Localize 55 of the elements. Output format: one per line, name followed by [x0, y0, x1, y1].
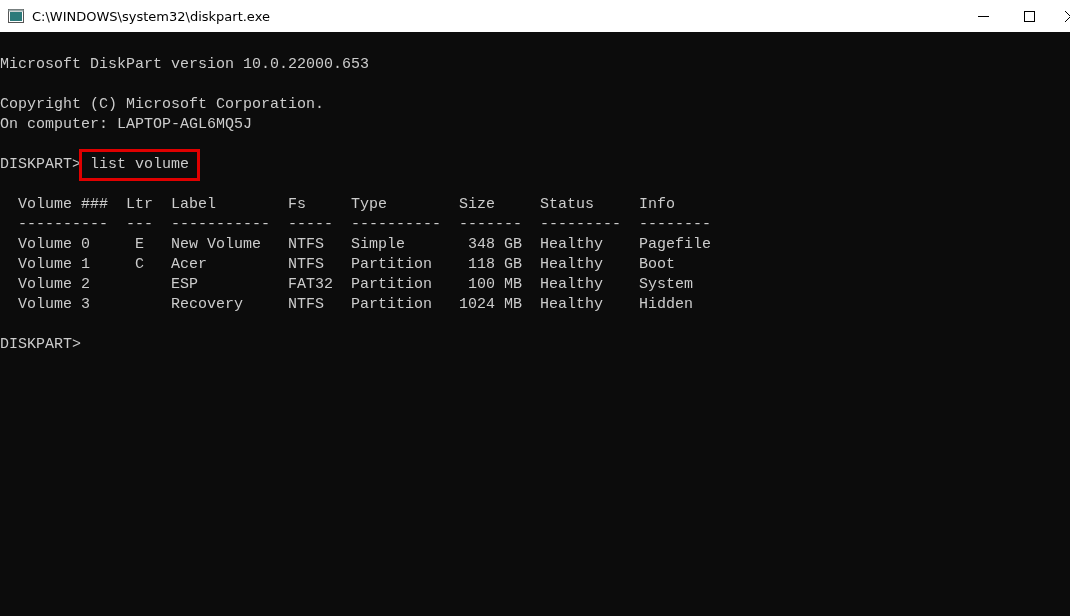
table-cell-text: NTFS — [288, 255, 326, 275]
column-header: Volume ### — [18, 195, 108, 215]
table-cell-text: ESP — [171, 275, 199, 295]
column-header: Fs — [288, 195, 308, 215]
table-cell-text: Volume 0 — [18, 235, 91, 255]
table-cell-text: Hidden — [639, 295, 695, 315]
table-cell-text: Volume 1 — [18, 255, 91, 275]
table-cell-text: NTFS — [288, 235, 326, 255]
table-cell-text: Volume 3 — [18, 295, 91, 315]
table-cell-text: C — [134, 255, 145, 275]
prompt: DISKPART> — [0, 335, 82, 355]
table-cell: Pagefile — [639, 235, 711, 255]
table-cell-text: Simple — [351, 235, 407, 255]
table-cell-text: Volume 2 — [18, 275, 91, 295]
table-cell-text: NTFS — [288, 295, 326, 315]
column-header: Ltr — [126, 195, 153, 215]
table-cell: 1024 MB — [459, 295, 522, 315]
table-cell-text: Healthy — [540, 295, 605, 315]
table-cell-text: New Volume — [171, 235, 262, 255]
maximize-icon — [1023, 10, 1035, 22]
table-cell-text: Boot — [639, 255, 677, 275]
table-cell-text: Healthy — [540, 235, 605, 255]
column-rule: ----------- — [171, 215, 270, 235]
column-rule: ---------- — [351, 215, 441, 235]
column-header: Info — [639, 195, 677, 215]
table-cell-text: System — [639, 275, 695, 295]
console-line: Copyright (C) Microsoft Corporation. — [0, 95, 326, 115]
table-cell-text: 348 GB — [467, 235, 522, 255]
table-cell-text: 118 GB — [467, 255, 522, 275]
console-app-icon — [8, 9, 24, 23]
table-cell-text: 100 MB — [467, 275, 522, 295]
column-rule: ------- — [459, 215, 522, 235]
table-cell-text: Partition — [351, 295, 434, 315]
table-cell-text: E — [134, 235, 145, 255]
column-rule: ---------- — [18, 215, 108, 235]
table-cell-text: Healthy — [540, 255, 605, 275]
column-header: Status — [540, 195, 596, 215]
table-cell-text: Partition — [351, 275, 434, 295]
prompt: DISKPART> — [0, 155, 81, 175]
console-line: Microsoft DiskPart version 10.0.22000.653 — [0, 55, 371, 75]
table-cell-text: Partition — [351, 255, 434, 275]
console-line: On computer: LAPTOP-AGL6MQ5J — [0, 115, 254, 135]
table-cell: FAT32 — [288, 275, 333, 295]
column-rule: --- — [126, 215, 153, 235]
window-title: C:\WINDOWS\system32\diskpart.exe — [32, 8, 271, 24]
column-header: Type — [351, 195, 389, 215]
column-header: Size — [459, 195, 497, 215]
column-rule: -------- — [639, 215, 711, 235]
table-cell-text: Healthy — [540, 275, 605, 295]
table-cell-text: Recovery — [171, 295, 244, 315]
column-header: Label — [171, 195, 217, 215]
column-rule: ----- — [288, 215, 333, 235]
command-text: list volume — [79, 149, 201, 181]
table-cell-text: Acer — [171, 255, 208, 275]
column-rule: --------- — [540, 215, 621, 235]
